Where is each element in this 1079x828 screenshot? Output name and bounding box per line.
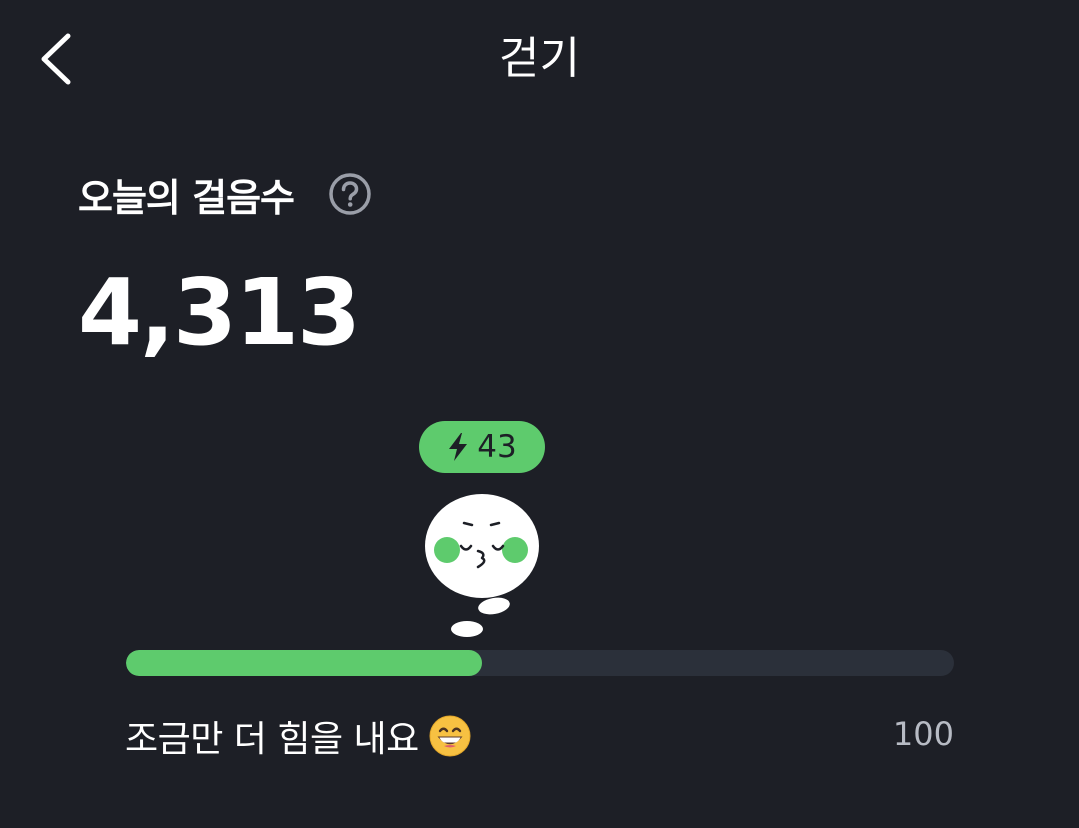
- points-badge: 43: [419, 421, 545, 473]
- grinning-face-emoji: [429, 715, 471, 757]
- question-circle-icon: [329, 173, 371, 215]
- lightning-bolt-icon: [447, 432, 469, 462]
- steps-label: 오늘의 걸음수: [78, 175, 295, 220]
- steps-count: 4,313: [78, 259, 361, 366]
- goal-value: 100: [892, 715, 954, 753]
- progress-bar: [126, 650, 954, 676]
- points-value: 43: [477, 429, 517, 465]
- help-button[interactable]: [328, 172, 372, 216]
- encouragement-text: 조금만 더 힘을 내요: [125, 719, 419, 760]
- page-title: 걷기: [499, 33, 580, 84]
- encouragement-message: 조금만 더 힘을 내요: [125, 708, 471, 764]
- header-bar: 걷기: [0, 0, 1079, 118]
- progress-bar-fill: [126, 650, 483, 676]
- mascot-character: [420, 490, 546, 642]
- steps-label-row: 오늘의 걸음수: [78, 166, 372, 222]
